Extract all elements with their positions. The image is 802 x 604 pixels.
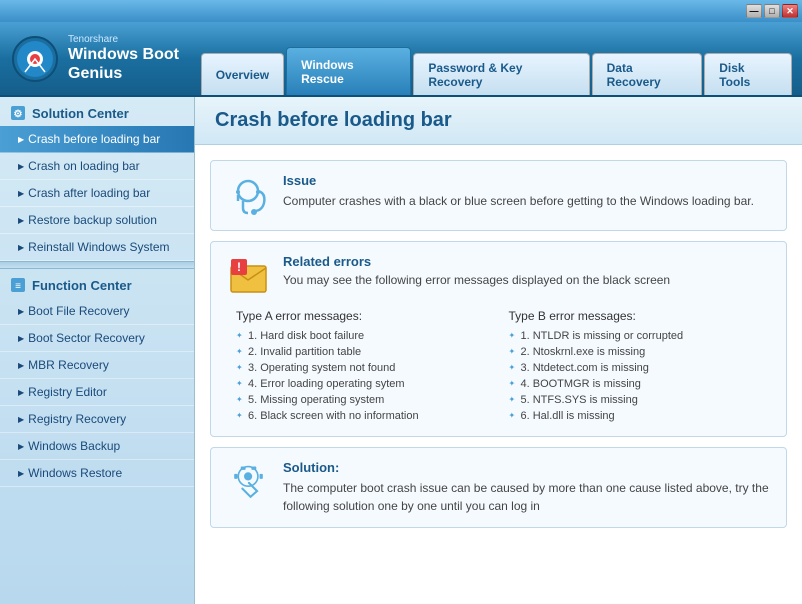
sidebar-item-crash-on[interactable]: Crash on loading bar <box>0 153 194 180</box>
logo-text: Tenorshare Windows Boot Genius <box>68 34 201 83</box>
function-center-icon: ≡ <box>10 277 26 293</box>
issue-content: Issue Computer crashes with a black or b… <box>283 173 771 218</box>
issue-icon <box>226 173 271 218</box>
page-title: Crash before loading bar <box>215 109 782 132</box>
related-errors-section: ! Related errors You may see the followi… <box>210 241 787 437</box>
sidebar-item-boot-file[interactable]: Boot File Recovery <box>0 298 194 325</box>
brand-name: Tenorshare <box>68 34 201 45</box>
sidebar-item-windows-backup[interactable]: Windows Backup <box>0 433 194 460</box>
error-col-a: Type A error messages: 1. Hard disk boot… <box>236 309 499 424</box>
error-b-4: 4. BOOTMGR is missing <box>509 376 772 392</box>
sidebar-item-registry-recovery[interactable]: Registry Recovery <box>0 406 194 433</box>
tab-windows-rescue[interactable]: Windows Rescue <box>286 47 411 95</box>
errors-header: ! Related errors You may see the followi… <box>226 254 771 299</box>
solution-center-icon: ⚙ <box>10 105 26 121</box>
tab-data-recovery[interactable]: Data Recovery <box>592 53 703 95</box>
error-col-b: Type B error messages: 1. NTLDR is missi… <box>509 309 772 424</box>
app-logo-icon: ⊙ <box>10 34 60 84</box>
solution-icon <box>226 460 271 505</box>
sidebar: ⚙ Solution Center Crash before loading b… <box>0 97 195 604</box>
tab-password-key[interactable]: Password & Key Recovery <box>413 53 589 95</box>
solution-title: Solution: <box>283 460 771 475</box>
product-name: Windows Boot Genius <box>68 45 201 83</box>
svg-text:⚙: ⚙ <box>14 109 23 120</box>
error-a-4: 4. Error loading operating sytem <box>236 376 499 392</box>
sidebar-item-windows-restore[interactable]: Windows Restore <box>0 460 194 487</box>
nav-tabs: Overview Windows Rescue Password & Key R… <box>201 22 792 95</box>
error-a-6: 6. Black screen with no information <box>236 408 499 424</box>
error-a-2: 2. Invalid partition table <box>236 344 499 360</box>
error-b-5: 5. NTFS.SYS is missing <box>509 392 772 408</box>
svg-text:!: ! <box>237 260 241 274</box>
tab-overview[interactable]: Overview <box>201 53 284 95</box>
error-a-3: 3. Operating system not found <box>236 360 499 376</box>
errors-columns: Type A error messages: 1. Hard disk boot… <box>226 309 771 424</box>
sidebar-item-boot-sector[interactable]: Boot Sector Recovery <box>0 325 194 352</box>
minimize-button[interactable]: — <box>746 4 762 18</box>
errors-subtitle: You may see the following error messages… <box>283 273 771 287</box>
close-button[interactable]: ✕ <box>782 4 798 18</box>
errors-title: Related errors <box>283 254 771 269</box>
logo-area: ⊙ Tenorshare Windows Boot Genius <box>10 34 201 84</box>
type-a-label: Type A error messages: <box>236 309 499 323</box>
issue-text: Computer crashes with a black or blue sc… <box>283 192 771 210</box>
function-center-header: ≡ Function Center <box>0 269 194 298</box>
sidebar-item-crash-before[interactable]: Crash before loading bar <box>0 126 194 153</box>
sidebar-item-registry-editor[interactable]: Registry Editor <box>0 379 194 406</box>
solution-text: The computer boot crash issue can be cau… <box>283 479 771 515</box>
content-header: Crash before loading bar <box>195 97 802 145</box>
sidebar-item-restore-backup[interactable]: Restore backup solution <box>0 207 194 234</box>
solution-center-header: ⚙ Solution Center <box>0 97 194 126</box>
tab-disk-tools[interactable]: Disk Tools <box>704 53 792 95</box>
maximize-button[interactable]: □ <box>764 4 780 18</box>
errors-icon: ! <box>226 254 271 299</box>
titlebar: — □ ✕ <box>0 0 802 22</box>
errors-header-text: Related errors You may see the following… <box>283 254 771 299</box>
error-b-6: 6. Hal.dll is missing <box>509 408 772 424</box>
error-b-2: 2. Ntoskrnl.exe is missing <box>509 344 772 360</box>
type-b-label: Type B error messages: <box>509 309 772 323</box>
error-b-1: 1. NTLDR is missing or corrupted <box>509 328 772 344</box>
issue-card: Issue Computer crashes with a black or b… <box>210 160 787 231</box>
sidebar-divider <box>0 261 194 269</box>
solution-content: Solution: The computer boot crash issue … <box>283 460 771 515</box>
issue-title: Issue <box>283 173 771 188</box>
sidebar-item-mbr-recovery[interactable]: MBR Recovery <box>0 352 194 379</box>
content-area: Crash before loading bar Issue Computer … <box>195 97 802 604</box>
svg-text:≡: ≡ <box>15 281 21 292</box>
error-a-5: 5. Missing operating system <box>236 392 499 408</box>
error-b-3: 3. Ntdetect.com is missing <box>509 360 772 376</box>
main-container: ⚙ Solution Center Crash before loading b… <box>0 97 802 604</box>
error-a-1: 1. Hard disk boot failure <box>236 328 499 344</box>
app-header: ⊙ Tenorshare Windows Boot Genius Overvie… <box>0 22 802 97</box>
solution-card: Solution: The computer boot crash issue … <box>210 447 787 528</box>
sidebar-item-crash-after[interactable]: Crash after loading bar <box>0 180 194 207</box>
sidebar-item-reinstall-windows[interactable]: Reinstall Windows System <box>0 234 194 261</box>
